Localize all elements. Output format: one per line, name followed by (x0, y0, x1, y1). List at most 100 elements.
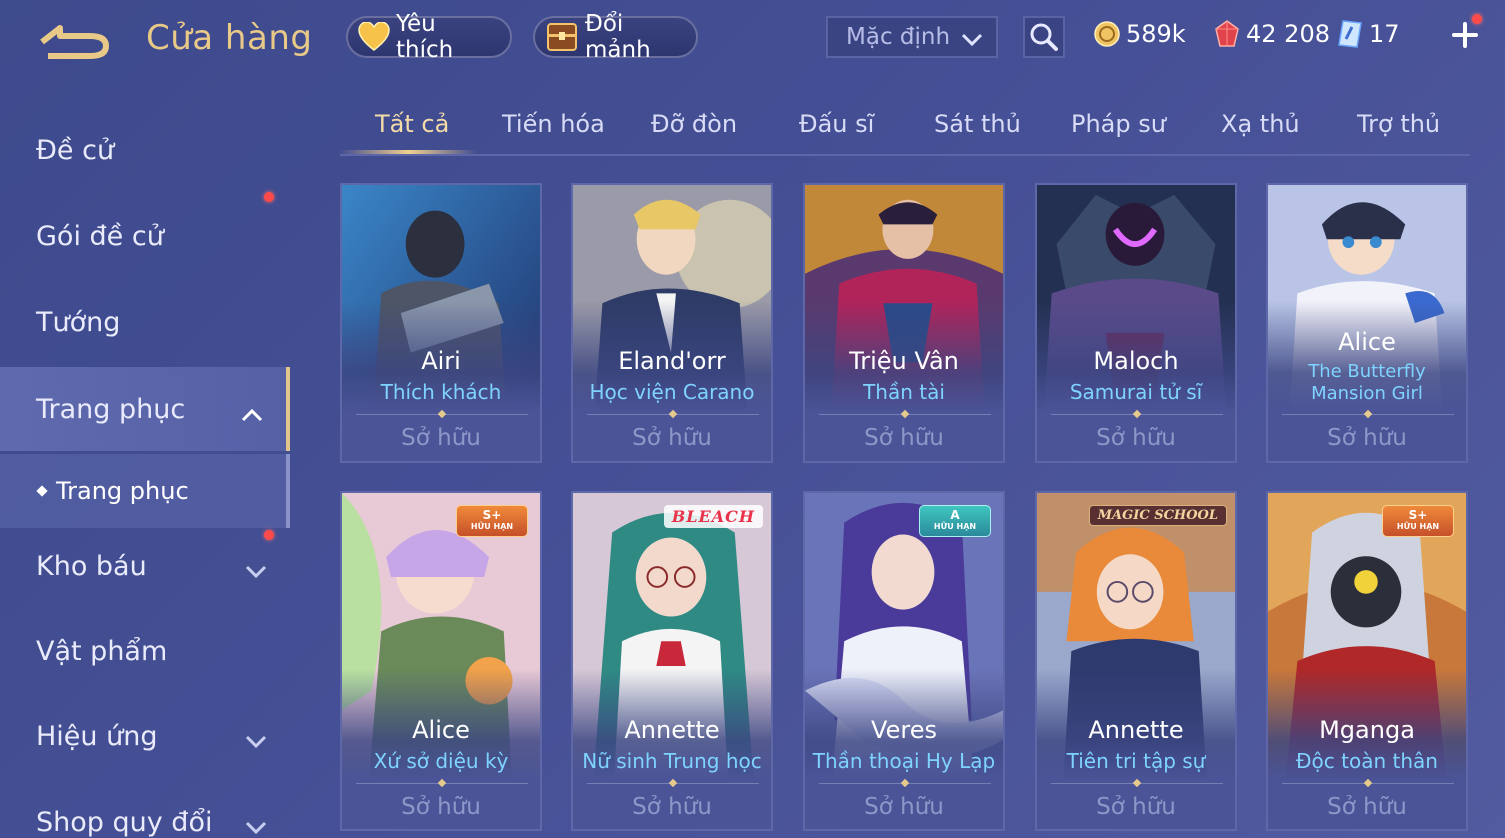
owned-status: Sở hữu (1327, 425, 1407, 451)
search-icon (1030, 23, 1058, 51)
sidebar-item-exchange-shop[interactable]: Shop quy đổi (0, 782, 290, 838)
chevron-down-icon (244, 812, 268, 838)
skin-name: Thần thoại Hy Lạp (812, 749, 996, 773)
sidebar-item-items[interactable]: Vật phẩm (0, 611, 290, 691)
tab-fighter[interactable]: Đấu sĩ (799, 110, 874, 138)
search-button[interactable] (1023, 16, 1065, 58)
sidebar-item-recommended[interactable]: Đề cử (0, 110, 290, 190)
hero-name: Triệu Vân (849, 347, 959, 375)
back-button[interactable] (38, 22, 112, 62)
notification-dot (264, 192, 274, 202)
tab-support[interactable]: Trợ thủ (1357, 110, 1440, 138)
category-tabs: Tất cả Tiến hóa Đỡ đòn Đấu sĩ Sát thủ Ph… (340, 100, 1470, 156)
sidebar-item-recommended-packs[interactable]: Gói đề cử (0, 192, 290, 276)
top-bar: Cửa hàng Yêu thích Đổi mảnh Mặc định 589… (0, 0, 1505, 82)
voucher-balance: 17 (1337, 18, 1400, 50)
badge-label: HỮU HẠN (470, 522, 514, 531)
hero-name: Veres (871, 716, 937, 744)
voucher-amount: 17 (1369, 20, 1400, 48)
sidebar-item-label: Vật phẩm (36, 635, 168, 667)
skin-card[interactable]: A HỮU HẠN Veres Thần thoại Hy Lạp Sở hữu (803, 491, 1005, 831)
sidebar-subitem-skins[interactable]: Trang phục (0, 454, 290, 528)
sidebar-item-treasure[interactable]: Kho báu (0, 526, 290, 606)
skin-card[interactable]: Triệu Vân Thần tài Sở hữu (803, 183, 1005, 463)
skin-card[interactable]: Maloch Samurai tử sĩ Sở hữu (1035, 183, 1237, 463)
hero-name: Alice (412, 716, 470, 744)
ruby-amount: 42 208 (1246, 20, 1330, 48)
tab-tank[interactable]: Đỡ đòn (651, 110, 737, 138)
voucher-icon (1338, 20, 1362, 48)
sidebar-item-label: Shop quy đổi (36, 806, 213, 838)
skin-name: Thích khách (380, 380, 502, 404)
gold-amount: 589k (1126, 20, 1186, 48)
owned-status: Sở hữu (1327, 794, 1407, 820)
badge-tier: S+ (1408, 508, 1428, 522)
skin-name: Xứ sở diệu kỳ (373, 749, 509, 773)
page-title: Cửa hàng (146, 18, 313, 58)
skin-name: Thần tài (863, 380, 945, 404)
skin-name: Tiên tri tập sự (1066, 749, 1206, 773)
exchange-label: Đổi mảnh (585, 11, 651, 63)
sidebar-item-label: Trang phục (36, 393, 186, 425)
sidebar-item-label: Gói đề cử (36, 220, 164, 252)
sort-value: Mặc định (846, 24, 951, 50)
limited-tier-badge: S+ HỮU HẠN (1382, 505, 1454, 537)
skin-name: The Butterfly Mansion Girl (1308, 361, 1426, 404)
back-arrow-icon (40, 25, 109, 59)
owned-status: Sở hữu (632, 425, 712, 451)
hero-name: Airi (421, 347, 461, 375)
tab-assassin[interactable]: Sát thủ (934, 110, 1021, 138)
collab-logo: BLEACH (663, 505, 763, 528)
exchange-fragments-button[interactable]: Đổi mảnh (533, 11, 698, 63)
badge-label: HỮU HẠN (1396, 522, 1440, 531)
skin-card[interactable]: S+ HỮU HẠN Alice Xứ sở diệu kỳ Sở hữu (340, 491, 542, 831)
sidebar-item-skins[interactable]: Trang phục (0, 367, 290, 451)
sidebar-item-label: Tướng (36, 306, 121, 338)
ruby-icon (1215, 20, 1239, 47)
sidebar-item-heroes[interactable]: Tướng (0, 282, 290, 362)
heart-icon (358, 20, 390, 54)
sidebar-item-effects[interactable]: Hiệu ứng (0, 696, 290, 776)
skin-name: Độc toàn thân (1296, 749, 1438, 773)
tab-all[interactable]: Tất cả (375, 110, 449, 138)
notification-dot (1472, 14, 1482, 24)
collection-logo: MAGIC SCHOOL (1088, 505, 1227, 526)
favorites-label: Yêu thích (396, 11, 454, 63)
skin-card[interactable]: BLEACH Annette Nữ sinh Trung học Sở hữu (571, 491, 773, 831)
hero-name: Mganga (1319, 716, 1415, 744)
skin-card[interactable]: S+ HỮU HẠN Mganga Độc toàn thân Sở hữu (1266, 491, 1468, 831)
chevron-up-icon (240, 399, 264, 430)
hero-name: Annette (1088, 716, 1184, 744)
chevron-down-icon (244, 726, 268, 757)
skin-card[interactable]: Airi Thích khách Sở hữu (340, 183, 542, 463)
hero-name: Eland'orr (618, 347, 726, 375)
tab-mage[interactable]: Pháp sư (1071, 110, 1166, 138)
skin-card[interactable]: Alice The Butterfly Mansion Girl Sở hữu (1266, 183, 1468, 463)
skin-card[interactable]: MAGIC SCHOOL Annette Tiên tri tập sự Sở … (1035, 491, 1237, 831)
owned-status: Sở hữu (401, 425, 481, 451)
tab-evolution[interactable]: Tiến hóa (502, 110, 605, 138)
owned-status: Sở hữu (1096, 425, 1176, 451)
sidebar: Đề cử Gói đề cử Tướng Trang phục Trang p… (0, 108, 290, 838)
skin-card[interactable]: Eland'orr Học viện Carano Sở hữu (571, 183, 773, 463)
gold-coin-icon (1094, 21, 1120, 47)
sort-dropdown[interactable]: Mặc định (826, 16, 998, 58)
sidebar-subitem-label: Trang phục (56, 477, 189, 505)
skin-name: Samurai tử sĩ (1069, 380, 1203, 404)
badge-tier: A (950, 508, 960, 522)
owned-status: Sở hữu (632, 794, 712, 820)
add-currency-button[interactable] (1450, 20, 1480, 50)
owned-status: Sở hữu (864, 425, 944, 451)
limited-tier-badge: A HỮU HẠN (919, 505, 991, 537)
tab-marksman[interactable]: Xạ thủ (1221, 110, 1300, 138)
favorites-button[interactable]: Yêu thích (346, 11, 512, 63)
owned-status: Sở hữu (1096, 794, 1176, 820)
skin-name: Nữ sinh Trung học (582, 749, 762, 773)
notification-dot (264, 530, 274, 540)
owned-status: Sở hữu (401, 794, 481, 820)
hero-name: Alice (1338, 328, 1396, 356)
owned-status: Sở hữu (864, 794, 944, 820)
diamond-bullet-icon (36, 485, 48, 497)
chevron-down-icon (960, 28, 984, 54)
active-tab-indicator (340, 150, 477, 154)
